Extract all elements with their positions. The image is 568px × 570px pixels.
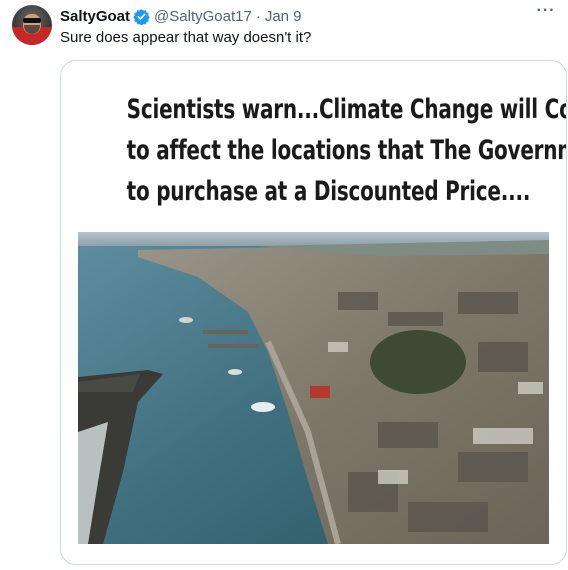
meme-headline: Scientists warn...Climate Change will Co… [126,89,566,212]
media-card[interactable]: Scientists warn...Climate Change will Co… [60,60,567,565]
avatar[interactable] [12,5,52,45]
aerial-photo [78,232,549,544]
headline-line-2: to affect the locations that The Governm… [126,135,566,166]
user-handle[interactable]: @SaltyGoat17 [154,8,252,25]
more-options-icon[interactable]: ··· [536,3,556,22]
headline-line-1: Scientists warn...Climate Change will Co… [126,94,566,125]
tweet-text: Sure does appear that way doesn't it? [60,29,312,46]
tweet[interactable]: SaltyGoat @SaltyGoat17 · Jan 9 ··· Sure … [0,0,568,570]
tweet-header: SaltyGoat @SaltyGoat17 · Jan 9 [60,6,302,26]
verified-badge-icon [133,8,150,25]
separator: · [255,7,261,25]
display-name[interactable]: SaltyGoat [60,8,130,25]
timestamp[interactable]: Jan 9 [265,8,302,25]
headline-line-3: to purchase at a Discounted Price.... [126,176,531,207]
